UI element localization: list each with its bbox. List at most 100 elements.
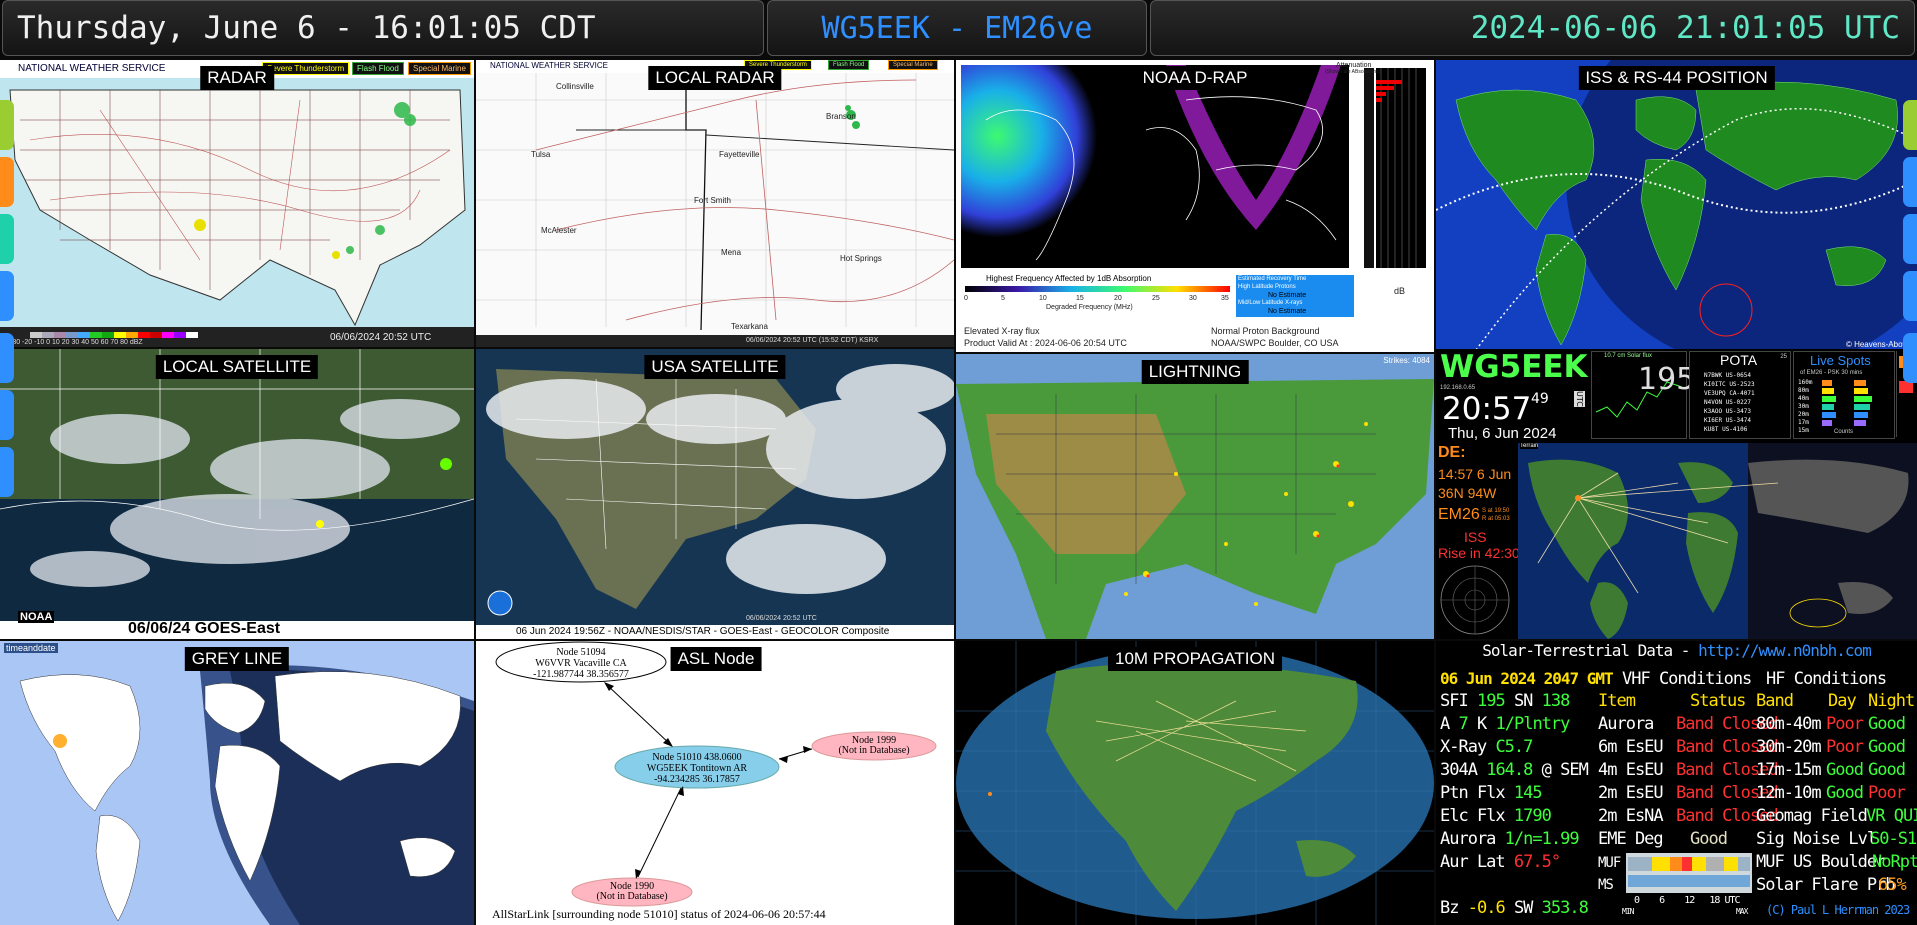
- asl-node-51010[interactable]: Node 51010 438.0600 WG5EEK Tontitown AR -9…: [615, 752, 779, 785]
- geomag-label: Geomag Field: [1756, 806, 1868, 826]
- local-sat-caption: 06/06/24 GOES-East: [128, 620, 281, 637]
- local-satellite-panel[interactable]: NOAA 06/06/24 GOES-East LOCAL SATELLITE: [0, 349, 474, 639]
- drap-label: NOAA D-RAP: [1135, 66, 1255, 90]
- pota-row[interactable]: N4VON US-0227: [1704, 398, 1755, 407]
- solar-url-link[interactable]: http://www.n0nbh.com: [1698, 641, 1872, 660]
- drap-tick-15: 15: [1076, 295, 1084, 302]
- radar-scale: -30 -20 -10 0 10 20 30 40 50 60 70 80 dB…: [10, 339, 143, 346]
- pota-list[interactable]: POTA 25 N7BWK US-0654 KI0ITC US-2523 VE3…: [1689, 351, 1791, 439]
- vhf-col-status: Status: [1690, 691, 1746, 711]
- de-loc: 36N 94W: [1438, 485, 1497, 501]
- left-tab-3[interactable]: [0, 214, 14, 264]
- right-tab-1[interactable]: [1903, 100, 1917, 150]
- pota-row[interactable]: KI0ITC US-2523: [1704, 380, 1755, 389]
- hf-col-band: Band: [1756, 691, 1794, 711]
- pota-row[interactable]: N7BWK US-0654: [1704, 371, 1755, 380]
- right-tab-4[interactable]: [1903, 271, 1917, 321]
- solar-title: Solar-Terrestrial Data -: [1482, 641, 1699, 660]
- eme-label: EME Deg: [1598, 829, 1664, 849]
- pota-row[interactable]: KI6ER US-3474: [1704, 416, 1755, 425]
- map-tag[interactable]: Terrain: [1520, 443, 1539, 449]
- sfi-plot: 10.7 cm Solar flux 195: [1591, 351, 1695, 439]
- radar-panel[interactable]: NATIONAL WEATHER SERVICE Severe Thunders…: [0, 60, 474, 347]
- left-tab-6[interactable]: [0, 390, 14, 440]
- hf-night: Poor: [1868, 783, 1906, 803]
- solar-row-aurora: Aurora 1/n=1.99: [1440, 829, 1580, 849]
- pota-row[interactable]: KU8T US-4106: [1704, 425, 1755, 434]
- pota-row[interactable]: VE3UPQ CA-4071: [1704, 389, 1755, 398]
- drap-tick-5: 5: [1001, 295, 1005, 302]
- drap-tick-20: 20: [1114, 295, 1122, 302]
- drap-recovery-hl-val: No Estimate: [1268, 292, 1307, 299]
- hf-col-night: Night: [1868, 691, 1915, 711]
- prop10m-map: [956, 641, 1434, 925]
- hamclock-panel[interactable]: WG5EEK 192.168.0.65 20:57 49 UTC Thu, 6 …: [1436, 349, 1917, 639]
- local-time-display: Thursday, June 6 - 16:01:05 CDT: [2, 0, 764, 56]
- asl-node-51094[interactable]: Node 51094 W6VVR Vacaville CA -121.987744 …: [496, 647, 666, 680]
- solar-copyright: (C) Paul L Herrman 2023: [1766, 903, 1910, 917]
- town-mena: Mena: [721, 248, 742, 257]
- lightning-map: [956, 354, 1434, 639]
- de-sun-rise: R at 05:03: [1482, 516, 1510, 522]
- right-tab-3[interactable]: [1903, 214, 1917, 264]
- local-satellite-label: LOCAL SATELLITE: [155, 355, 319, 379]
- vhf-row: 6m EsEU: [1598, 737, 1664, 757]
- callsign-text: WG5EEK - EM26ve: [821, 10, 1093, 46]
- left-tab-5[interactable]: [0, 333, 14, 383]
- grey-line-panel[interactable]: timeanddate GREY LINE: [0, 641, 474, 925]
- drap-map: [961, 65, 1426, 317]
- muf-max: MAX: [1736, 907, 1748, 916]
- drap-bar-title: Highest Frequency Affected by 1dB Absorp…: [986, 274, 1152, 283]
- drap-tick-35: 35: [1221, 295, 1229, 302]
- left-tab-7[interactable]: [0, 447, 14, 497]
- pota-row[interactable]: K3AOO US-3473: [1704, 407, 1755, 416]
- vhf-row: 2m EsEU: [1598, 783, 1664, 803]
- solar-title-bar: Solar-Terrestrial Data - http://www.n0nb…: [1436, 641, 1917, 663]
- asl-panel[interactable]: Node 51094 W6VVR Vacaville CA -121.987744 …: [476, 641, 954, 925]
- asl-footer: AllStarLink [surrounding node 51010] sta…: [492, 907, 826, 921]
- drap-bar-units: Degraded Frequency (MHz): [1046, 304, 1133, 311]
- right-tab-2[interactable]: [1903, 157, 1917, 207]
- drap-foot-right-2: NOAA/SWPC Boulder, CO USA: [1211, 338, 1339, 348]
- hf-band: 17m-15m: [1756, 760, 1822, 780]
- live-spots[interactable]: Live Spots of EM26 - PSK 30 mins 160m 80…: [1793, 351, 1895, 439]
- pota-count: 25: [1780, 354, 1787, 360]
- solar-date: 06 Jun 2024 2047 GMT: [1440, 669, 1614, 688]
- hf-band: 80m-40m: [1756, 714, 1822, 734]
- solar-row-elc: Elc Flx 1790: [1440, 806, 1552, 826]
- iss-credit: © Heavens-Above: [1845, 340, 1911, 349]
- hf-col-day: Day: [1828, 691, 1857, 711]
- spots-foot: Counts: [1834, 429, 1854, 435]
- solar-row-sfi: SFI 195 SN 138: [1440, 691, 1570, 711]
- drap-tick-0: 0: [964, 295, 968, 302]
- drap-recovery-hl: High Latitude Protons: [1238, 284, 1296, 290]
- lightning-panel[interactable]: Strikes: 4084 LIGHTNING: [956, 354, 1434, 639]
- left-tab-4[interactable]: [0, 271, 14, 321]
- lightning-strikes: Strikes: 4084: [1383, 356, 1430, 365]
- de-label: DE:: [1438, 444, 1466, 461]
- town-mcalester: McAlester: [541, 226, 577, 235]
- hf-day: Poor: [1826, 714, 1864, 734]
- local-time-text: Thursday, June 6 - 16:01:05 CDT: [17, 10, 596, 46]
- asl-node-1999[interactable]: Node 1999 (Not in Database): [812, 736, 936, 756]
- radar-timestamp: 06/06/2024 20:52 UTC: [330, 332, 432, 343]
- solar-row-bz: Bz -0.6 SW 353.8: [1440, 898, 1589, 918]
- town-collinsville: Collinsville: [556, 82, 594, 91]
- right-tab-5[interactable]: [1903, 333, 1917, 383]
- drap-panel[interactable]: Attenuation (Shown are ABsorptions) High…: [956, 60, 1434, 352]
- asl-node-1990[interactable]: Node 1990 (Not in Database): [572, 882, 692, 902]
- sky-plot: [1440, 565, 1510, 635]
- solar-terrestrial-panel[interactable]: Solar-Terrestrial Data - http://www.n0nb…: [1436, 641, 1917, 925]
- muf-boulder-value: NoRpt: [1872, 852, 1917, 872]
- local-radar-panel[interactable]: NATIONAL WEATHER SERVICE Severe Thunders…: [476, 60, 954, 347]
- prop10m-panel[interactable]: 10M PROPAGATION: [956, 641, 1434, 925]
- left-tab-2[interactable]: [0, 157, 14, 207]
- left-tab-1[interactable]: [0, 100, 14, 150]
- prop10m-label: 10M PROPAGATION: [1108, 647, 1282, 671]
- usa-satellite-panel[interactable]: 06/06/2024 20:52 UTC 06 Jun 2024 19:56Z …: [476, 349, 954, 639]
- iss-panel[interactable]: © Heavens-Above ISS & RS-44 POSITION: [1436, 60, 1917, 352]
- usa-sat-timestamp: 06/06/2024 20:52 UTC: [746, 615, 817, 622]
- solar-row-ak: A 7 K 1/Plntry: [1440, 714, 1570, 734]
- local-sat-image: [0, 349, 474, 639]
- hamclock-map[interactable]: Terrain: [1518, 443, 1917, 639]
